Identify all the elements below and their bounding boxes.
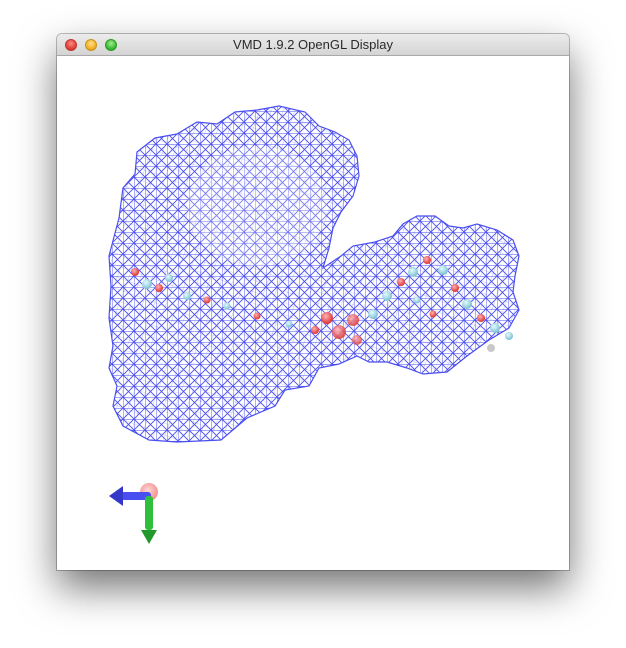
molecule-render — [108, 105, 520, 544]
title-bar[interactable]: VMD 1.9.2 OpenGL Display — [57, 34, 569, 56]
vmd-display-window: VMD 1.9.2 OpenGL Display — [57, 34, 569, 570]
orientation-axes — [109, 483, 158, 544]
window-title: VMD 1.9.2 OpenGL Display — [233, 37, 393, 52]
isosurface-mesh — [108, 105, 520, 443]
y-axis-arrow — [145, 496, 153, 530]
opengl-viewport[interactable] — [57, 56, 569, 570]
